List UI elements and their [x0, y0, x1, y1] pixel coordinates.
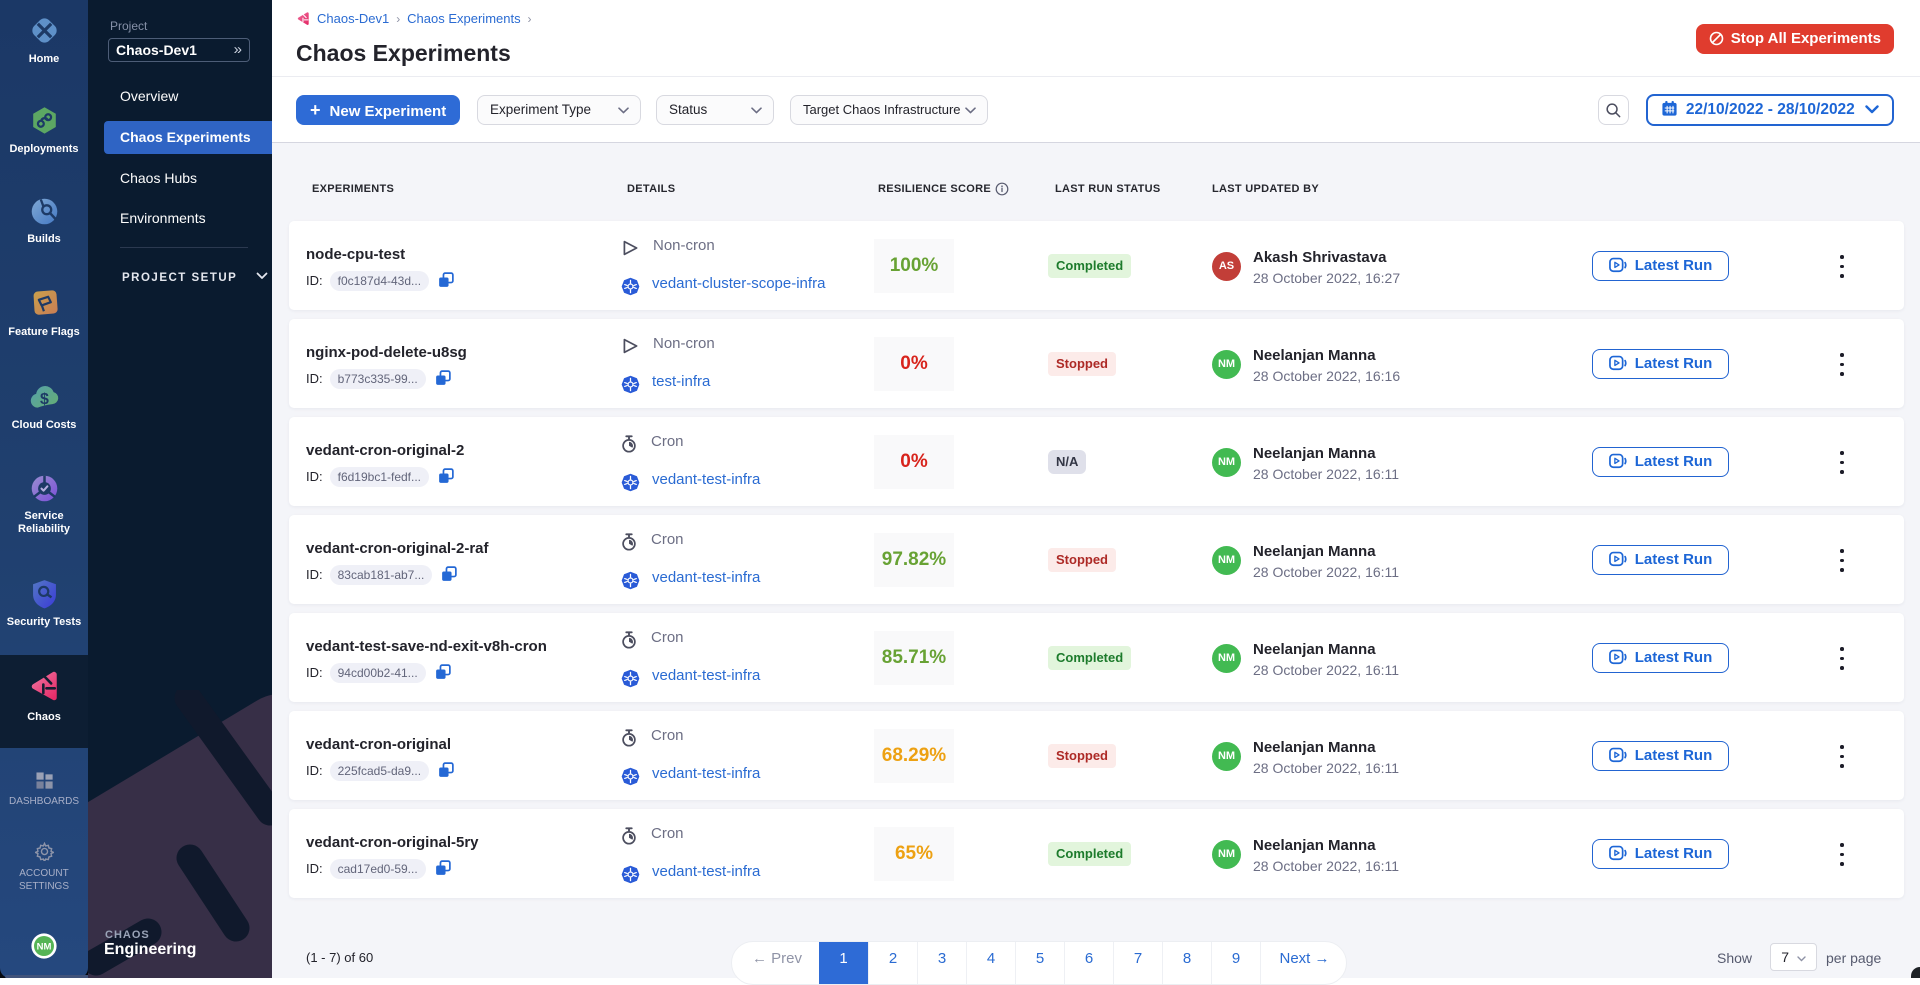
svg-text:NM: NM: [37, 942, 52, 953]
svg-text:$: $: [40, 391, 49, 408]
